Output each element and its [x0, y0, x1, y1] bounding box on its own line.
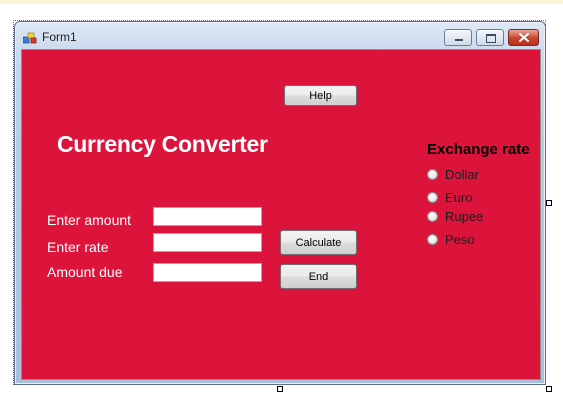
- enter-rate-label: Enter rate: [47, 239, 109, 255]
- amount-due-field[interactable]: [153, 263, 262, 282]
- amount-due-label: Amount due: [47, 264, 123, 280]
- end-button[interactable]: End: [280, 264, 357, 289]
- enter-amount-label: Enter amount: [47, 212, 132, 228]
- radio-circle[interactable]: [427, 169, 438, 180]
- radio-circle[interactable]: [427, 211, 438, 222]
- window-title: Form1: [42, 30, 77, 44]
- designer-top-strip: [0, 0, 563, 4]
- calculate-button[interactable]: Calculate: [280, 230, 357, 255]
- resize-handle-corner[interactable]: [546, 386, 552, 392]
- close-button[interactable]: [508, 29, 539, 46]
- radio-label: Dollar: [445, 167, 479, 182]
- resize-handle-right[interactable]: [546, 200, 552, 206]
- form-window: Form1 Help Currency Converter Enter amou…: [14, 21, 546, 385]
- radio-circle[interactable]: [427, 234, 438, 245]
- title-bar[interactable]: Form1: [15, 22, 545, 52]
- minimize-icon: [455, 39, 463, 41]
- help-button[interactable]: Help: [284, 85, 357, 106]
- amount-input[interactable]: [153, 207, 262, 226]
- form-app-icon: [22, 31, 37, 44]
- close-icon: [519, 33, 529, 42]
- rate-input[interactable]: [153, 233, 262, 252]
- radio-label: Euro: [445, 190, 473, 205]
- radio-circle[interactable]: [427, 192, 438, 203]
- resize-handle-bottom[interactable]: [277, 386, 283, 392]
- page-title: Currency Converter: [57, 131, 268, 157]
- minimize-button[interactable]: [444, 29, 472, 46]
- maximize-icon: [486, 34, 496, 43]
- form-client-area: Help Currency Converter Enter amount Ent…: [21, 49, 541, 380]
- maximize-button[interactable]: [476, 29, 504, 46]
- radio-label: Rupee: [445, 209, 484, 224]
- exchange-rate-title: Exchange rate: [427, 141, 530, 158]
- radio-label: Peso: [445, 232, 475, 247]
